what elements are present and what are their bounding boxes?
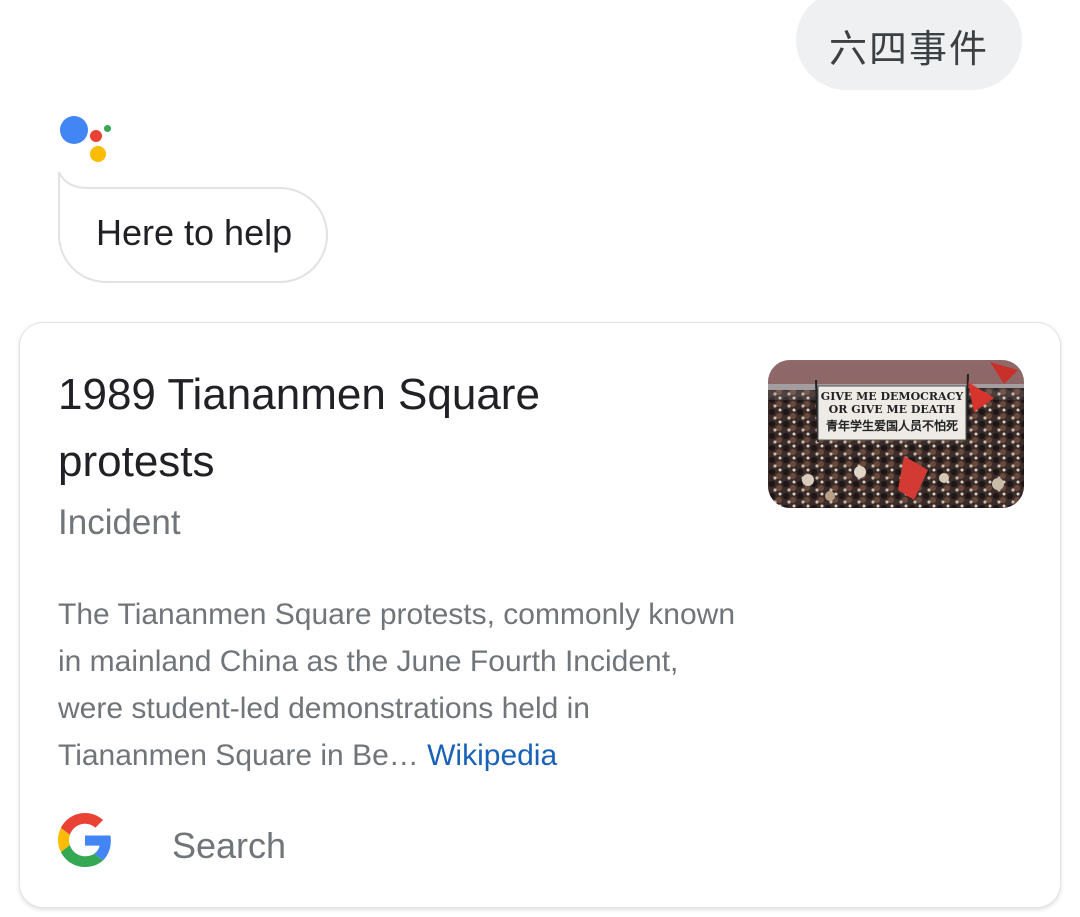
assistant-screen: 六四事件 Here to help 1989 Tiananmen Square … [0,0,1080,917]
google-g-icon [58,813,111,867]
assistant-reply-bubble: Here to help [58,170,334,283]
wikipedia-source-link[interactable]: Wikipedia [427,739,557,772]
user-query-bubble[interactable]: 六四事件 [796,0,1022,90]
card-thumbnail-image[interactable]: GIVE ME DEMOCRACY OR GIVE ME DEATH 青年学生爱… [768,360,1024,508]
google-assistant-icon [58,114,114,166]
banner-text-line3: 青年学生爱国人员不怕死 [826,418,958,433]
protest-photo: GIVE ME DEMOCRACY OR GIVE ME DEATH 青年学生爱… [768,360,1024,508]
card-subtitle: Incident [58,503,181,542]
assistant-reply-text: Here to help [96,212,293,253]
protest-banner: GIVE ME DEMOCRACY OR GIVE ME DEATH 青年学生爱… [817,385,967,441]
assistant-yellow-dot [90,146,106,162]
card-description: The Tiananmen Square protests, commonly … [58,591,738,779]
knowledge-card[interactable]: 1989 Tiananmen Square protests Incident [19,322,1061,908]
assistant-blue-dot [60,116,88,144]
card-description-text: The Tiananmen Square protests, commonly … [58,598,736,772]
card-title[interactable]: 1989 Tiananmen Square protests [58,361,698,495]
user-query-text: 六四事件 [828,26,989,71]
banner-text-line2: OR GIVE ME DEATH [829,403,956,416]
search-label[interactable]: Search [172,825,286,867]
banner-text-line1: GIVE ME DEMOCRACY [821,390,964,403]
assistant-green-dot [104,125,111,132]
search-footer[interactable]: Search [58,809,658,869]
assistant-red-dot [90,130,102,142]
